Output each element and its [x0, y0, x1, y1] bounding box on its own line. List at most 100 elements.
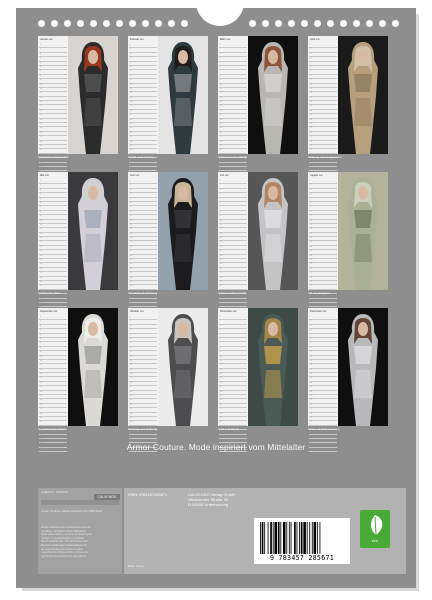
- binding-hole: [327, 20, 334, 27]
- month-label: Februar xxx: [130, 38, 144, 41]
- month-label: Juli xxx: [220, 174, 229, 177]
- month-tile: April xxx 1 2 3 4 5 6 7 8 9 10 11 12 13 14 15 16 17 18 19 20…: [308, 36, 388, 181]
- month-tile: Oktober xxx 1 2 3 4 5 6 7 8 9 10 11 12 13 14 15 16 17 18 19…: [128, 308, 208, 453]
- month-photo: [248, 36, 298, 154]
- binding-hole: [392, 20, 399, 27]
- author-name: Brian Hurley: [128, 564, 145, 568]
- figure-illustration: [158, 172, 208, 290]
- barcode-bar: [267, 522, 269, 554]
- barcode-bar: [319, 522, 321, 554]
- day-planner: November xxx 1 2 3 4 5 6 7 8 9 10 11 12 13 14 15 16 17 18 1…: [218, 308, 248, 453]
- day-planner: Oktober xxx 1 2 3 4 5 6 7 8 9 10 11 12 13 14 15 16 17 18 19…: [128, 308, 158, 453]
- day-planner: Januar xxx 1 2 3 4 5 6 7 8 9 10 11 12 13 14 15 16 17 18 19 2…: [38, 36, 68, 181]
- barcode-bars: [260, 522, 321, 554]
- month-panel: Januar xxx 1 2 3 4 5 6 7 8 9 10 11 12 13 14 15 16 17 18 19 2…: [38, 36, 118, 181]
- barcode-bar: [288, 522, 290, 554]
- barcode-bar: [277, 522, 280, 554]
- figure-illustration: [338, 172, 388, 290]
- barcode-bar: [280, 522, 282, 554]
- day-lines: 1 2 3 4 5 6 7 8 9 10 11 12 13 14 15 16 17 18 19 20 21 22 23 24 2…: [39, 44, 67, 181]
- barcode-bar: [286, 522, 288, 554]
- binding-hole: [366, 20, 373, 27]
- binding-hole: [103, 20, 110, 27]
- month-panel: Dezember xxx 1 2 3 4 5 6 7 8 9 10 11 12 13 14 15 16 17 18 1…: [308, 308, 388, 453]
- day-lines: 1 2 3 4 5 6 7 8 9 10 11 12 13 14 15 16 17 18 19 20 21 22 23 24 2…: [39, 316, 67, 453]
- month-photo: [338, 172, 388, 290]
- figure-illustration: [248, 172, 298, 290]
- day-planner: April xxx 1 2 3 4 5 6 7 8 9 10 11 12 13 14 15 16 17 18 19 20…: [308, 36, 338, 181]
- barcode-bar: [299, 522, 300, 554]
- publisher-line: D-82008 Unterhaching: [188, 502, 229, 507]
- figure-illustration: [68, 172, 118, 290]
- month-caption: Schillernde Robe: [38, 291, 61, 295]
- binding-hole: [77, 20, 84, 27]
- day-planner: August xxx 1 2 3 4 5 6 7 8 9 10 11 12 13 14 15 16 17 18 19 2…: [308, 172, 338, 317]
- month-photo: [248, 172, 298, 290]
- month-label: August xxx: [310, 174, 323, 177]
- binding-hole: [129, 20, 136, 27]
- sheet-shadow-bottom: [22, 588, 419, 591]
- day-lines: 1 2 3 4 5 6 7 8 9 10 11 12 13 14 15 16 17 18 19 20 21 22 23 24 2…: [219, 180, 247, 317]
- barcode-bar: [270, 522, 272, 554]
- month-photo: [338, 36, 388, 154]
- month-tile: November xxx 1 2 3 4 5 6 7 8 9 10 11 12 13 14 15 16 17 18 1…: [218, 308, 298, 453]
- month-caption: Schimmerndes Metall: [218, 155, 247, 159]
- day-planner: Februar xxx 1 2 3 4 5 6 7 8 9 10 11 12 13 14 15 16 17 18 19…: [128, 36, 158, 181]
- month-panel: Juli xxx 1 2 3 4 5 6 7 8 9 10 11 12 13 14 15 16 17 18 19 20 2…: [218, 172, 298, 317]
- month-caption: Schwarzes Rabenkleid: [38, 155, 69, 159]
- month-photo: [158, 308, 208, 426]
- binding-hole: [301, 20, 308, 27]
- barcode-bar: [261, 522, 264, 554]
- month-tile: Dezember xxx 1 2 3 4 5 6 7 8 9 10 11 12 13 14 15 16 17 18 1…: [308, 308, 388, 453]
- month-tile: Januar xxx 1 2 3 4 5 6 7 8 9 10 11 12 13 14 15 16 17 18 19 2…: [38, 36, 118, 181]
- month-caption: Sinnstiftende Rüstung: [128, 291, 158, 295]
- month-photo: [158, 36, 208, 154]
- calvendo-logo: CALVENDO: [94, 494, 120, 500]
- binding-hole: [288, 20, 295, 27]
- barcode-bar: [282, 522, 286, 554]
- publisher-address: CALVENDO Verlag GmbH Ottobrunner Straße …: [188, 492, 235, 507]
- binding-hole: [64, 20, 71, 27]
- barcode-bar: [264, 522, 266, 554]
- day-lines: 1 2 3 4 5 6 7 8 9 10 11 12 13 14 15 16 17 18 19 20 21 22 23 24 2…: [129, 180, 157, 317]
- barcode-bar: [313, 522, 317, 554]
- day-lines: 1 2 3 4 5 6 7 8 9 10 11 12 13 14 15 16 17 18 19 20 21 22 23 24 2…: [129, 316, 157, 453]
- month-photo: [338, 308, 388, 426]
- binding-hole: [90, 20, 97, 27]
- month-label: Dezember xxx: [310, 310, 327, 313]
- barcode-bar: [316, 522, 318, 554]
- info-panel-left: Artikel-Nr.: 1944754 Armor Couture. Mode…: [38, 488, 122, 574]
- barcode-bar: [290, 522, 292, 554]
- figure-illustration: [338, 308, 388, 426]
- binding-hole: [275, 20, 282, 27]
- month-photo: [248, 308, 298, 426]
- month-caption: Geschmücktes Kleid: [38, 427, 66, 431]
- month-label: Januar xxx: [40, 38, 53, 41]
- month-caption: Rüstung und Umhang: [128, 427, 158, 431]
- month-photo: [68, 172, 118, 290]
- month-tile: September xxx 1 2 3 4 5 6 7 8 9 10 11 12 13 14 15 16 17 18…: [38, 308, 118, 453]
- barcode-bar: [309, 522, 311, 554]
- figure-illustration: [248, 36, 298, 154]
- month-caption: Metall und Umhang: [128, 155, 155, 159]
- binding-hole: [168, 20, 175, 27]
- month-panel: September xxx 1 2 3 4 5 6 7 8 9 10 11 12 13 14 15 16 17 18…: [38, 308, 118, 453]
- month-photo: [158, 172, 208, 290]
- month-panel: Oktober xxx 1 2 3 4 5 6 7 8 9 10 11 12 13 14 15 16 17 18 19…: [128, 308, 208, 453]
- title-strip: [41, 500, 119, 505]
- month-caption: Rüstung und langes Haar: [308, 155, 343, 159]
- month-panel: März xxx 1 2 3 4 5 6 7 8 9 10 11 12 13 14 15 16 17 18 19 20 2…: [218, 36, 298, 181]
- day-planner: Dezember xxx 1 2 3 4 5 6 7 8 9 10 11 12 13 14 15 16 17 18 1…: [308, 308, 338, 453]
- barcode-bar: [306, 522, 308, 554]
- barcode-bar: [296, 522, 298, 554]
- day-lines: 1 2 3 4 5 6 7 8 9 10 11 12 13 14 15 16 17 18 19 20 21 22 23 24 2…: [309, 180, 337, 317]
- binding-hole: [379, 20, 386, 27]
- month-caption: Sicheres Ritter-Outfit: [218, 291, 246, 295]
- left-panel-title: Armor Couture. Mode inspiriert vom Mitte…: [41, 509, 103, 513]
- month-label: Mai xxx: [40, 174, 49, 177]
- month-tile: März xxx 1 2 3 4 5 6 7 8 9 10 11 12 13 14 15 16 17 18 19 20 2…: [218, 36, 298, 181]
- binding-hole: [314, 20, 321, 27]
- day-planner: Mai xxx 1 2 3 4 5 6 7 8 9 10 11 12 13 14 15 16 17 18 19 20 21…: [38, 172, 68, 317]
- binding-hole: [116, 20, 123, 27]
- month-caption: Gold und Metall: [218, 427, 240, 431]
